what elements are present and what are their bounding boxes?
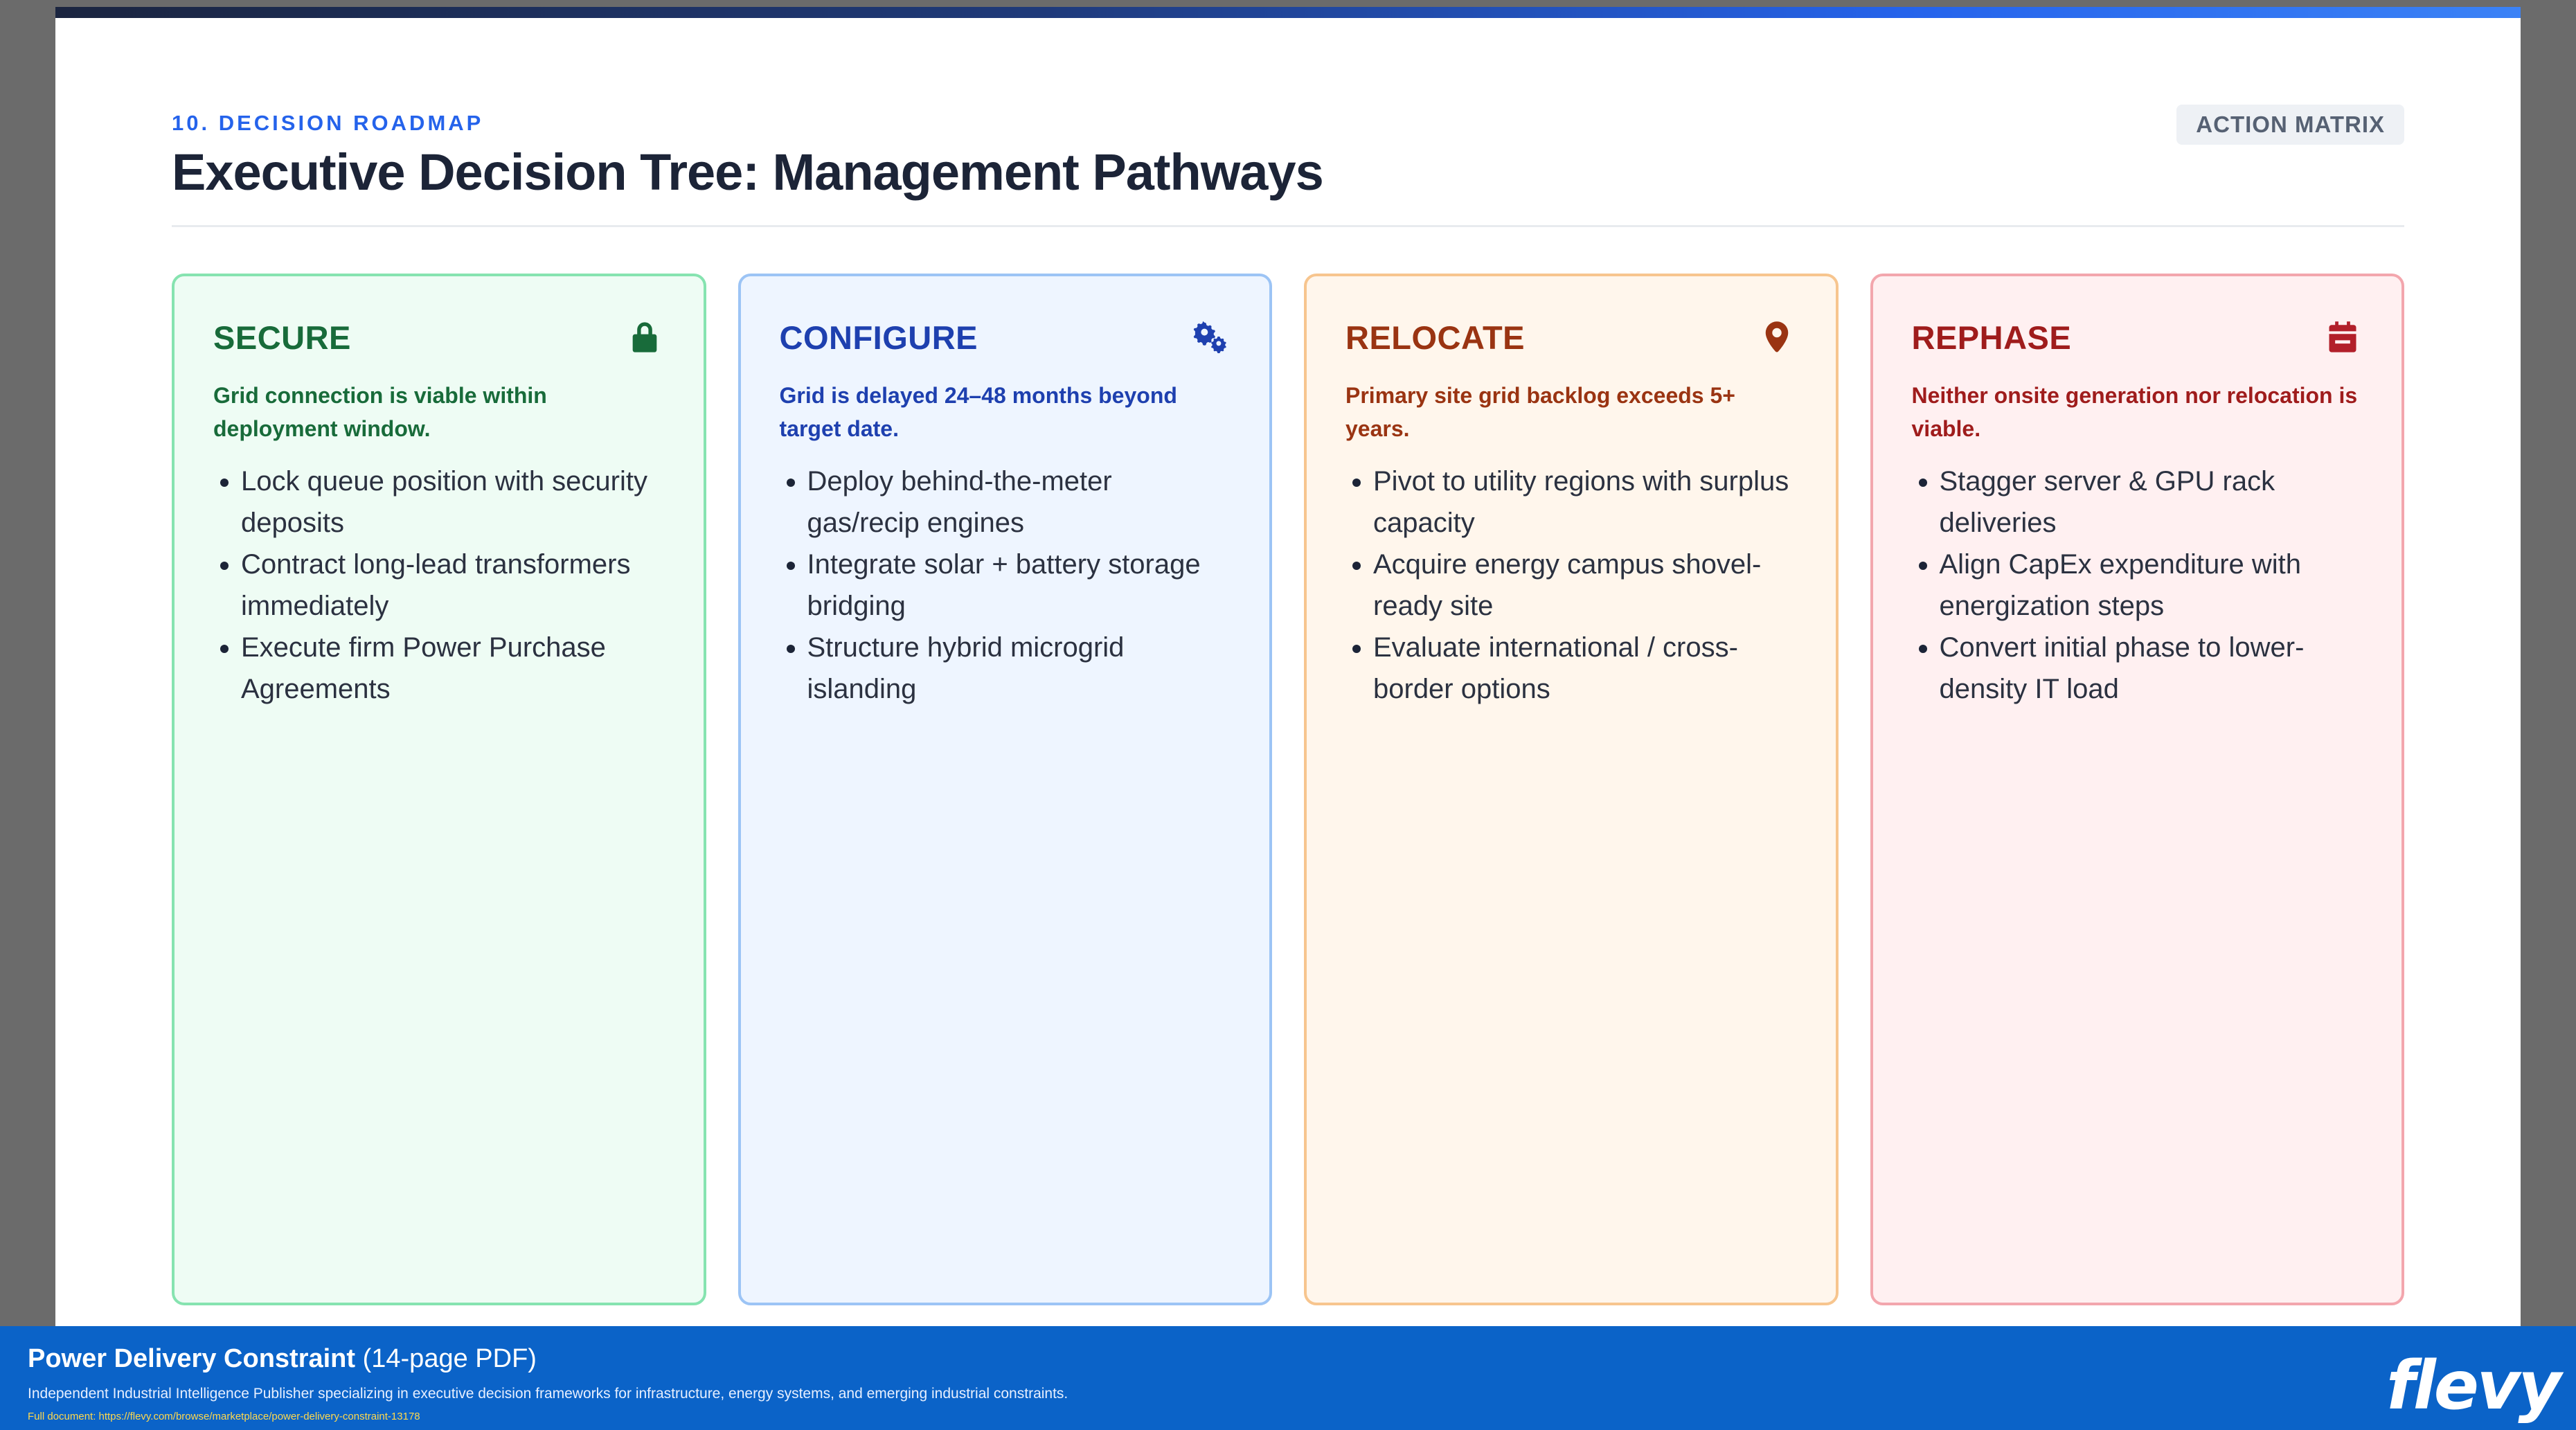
footer-title: Power Delivery Constraint (14-page PDF) bbox=[28, 1341, 2548, 1376]
page-title: Executive Decision Tree: Management Path… bbox=[172, 143, 1324, 201]
lock-icon bbox=[623, 316, 666, 359]
card-secure: SECURE Grid connection is viable within … bbox=[172, 274, 706, 1305]
slide: 10. DECISION ROADMAP Executive Decision … bbox=[55, 7, 2521, 1326]
list-item: Deploy behind-the-meter gas/recip engine… bbox=[807, 461, 1233, 544]
card-header: CONFIGURE bbox=[780, 316, 1233, 358]
card-bullet-list: Lock queue position with security deposi… bbox=[213, 461, 666, 710]
card-header: RELOCATE bbox=[1345, 316, 1798, 358]
gears-icon bbox=[1189, 316, 1232, 359]
card-description: Grid connection is viable within deploym… bbox=[213, 383, 547, 441]
card-title: SECURE bbox=[213, 319, 351, 356]
document-name: Power Delivery Constraint bbox=[28, 1344, 356, 1373]
card-header: SECURE bbox=[213, 316, 666, 358]
card-rephase: REPHASE Neither onsite generation nor re… bbox=[1870, 274, 2404, 1305]
list-item: Convert initial phase to lower-density I… bbox=[1940, 627, 2365, 710]
publisher-description: Independent Industrial Intelligence Publ… bbox=[28, 1386, 1068, 1402]
card-description: Primary site grid backlog exceeds 5+ yea… bbox=[1345, 383, 1735, 441]
list-item: Execute firm Power Purchase Agreements bbox=[241, 627, 666, 710]
pathway-cards: SECURE Grid connection is viable within … bbox=[172, 274, 2404, 1305]
card-title: REPHASE bbox=[1911, 319, 2072, 356]
map-pin-icon bbox=[1755, 316, 1798, 359]
list-item: Align CapEx expenditure with energizatio… bbox=[1940, 544, 2365, 627]
card-bullet-list: Stagger server & GPU rack deliveries Ali… bbox=[1912, 461, 2365, 710]
list-item: Structure hybrid microgrid islanding bbox=[807, 627, 1233, 710]
calendar-icon bbox=[2321, 316, 2364, 359]
card-configure: CONFIGURE Grid is delayed 24–48 months b… bbox=[737, 274, 1272, 1305]
card-header: REPHASE bbox=[1912, 316, 2365, 358]
flevy-logo[interactable]: flevy bbox=[2386, 1347, 2561, 1424]
list-item: Contract long-lead transformers immediat… bbox=[241, 544, 666, 627]
list-item: Evaluate international / cross-border op… bbox=[1373, 627, 1798, 710]
section-label: 10. DECISION ROADMAP bbox=[172, 111, 484, 135]
document-page-count: (14-page PDF) bbox=[362, 1344, 537, 1373]
card-title: CONFIGURE bbox=[779, 319, 978, 356]
action-matrix-badge: ACTION MATRIX bbox=[2176, 105, 2404, 145]
card-bullet-list: Deploy behind-the-meter gas/recip engine… bbox=[780, 461, 1233, 710]
card-title: RELOCATE bbox=[1345, 319, 1526, 356]
list-item: Integrate solar + battery storage bridgi… bbox=[807, 544, 1233, 627]
list-item: Pivot to utility regions with surplus ca… bbox=[1373, 461, 1798, 544]
document-link[interactable]: Full document: https://flevy.com/browse/… bbox=[28, 1411, 2548, 1422]
document-footer: Power Delivery Constraint (14-page PDF) … bbox=[0, 1326, 2576, 1430]
header-divider bbox=[172, 225, 2404, 227]
card-bullet-list: Pivot to utility regions with surplus ca… bbox=[1345, 461, 1798, 710]
list-item: Stagger server & GPU rack deliveries bbox=[1940, 461, 2365, 544]
card-description: Neither onsite generation nor relocation… bbox=[1911, 383, 2358, 441]
list-item: Lock queue position with security deposi… bbox=[241, 461, 666, 544]
slide-top-accent-bar bbox=[55, 7, 2521, 18]
list-item: Acquire energy campus shovel-ready site bbox=[1373, 544, 1798, 627]
card-relocate: RELOCATE Primary site grid backlog excee… bbox=[1304, 274, 1839, 1305]
card-description: Grid is delayed 24–48 months beyond targ… bbox=[779, 383, 1177, 441]
